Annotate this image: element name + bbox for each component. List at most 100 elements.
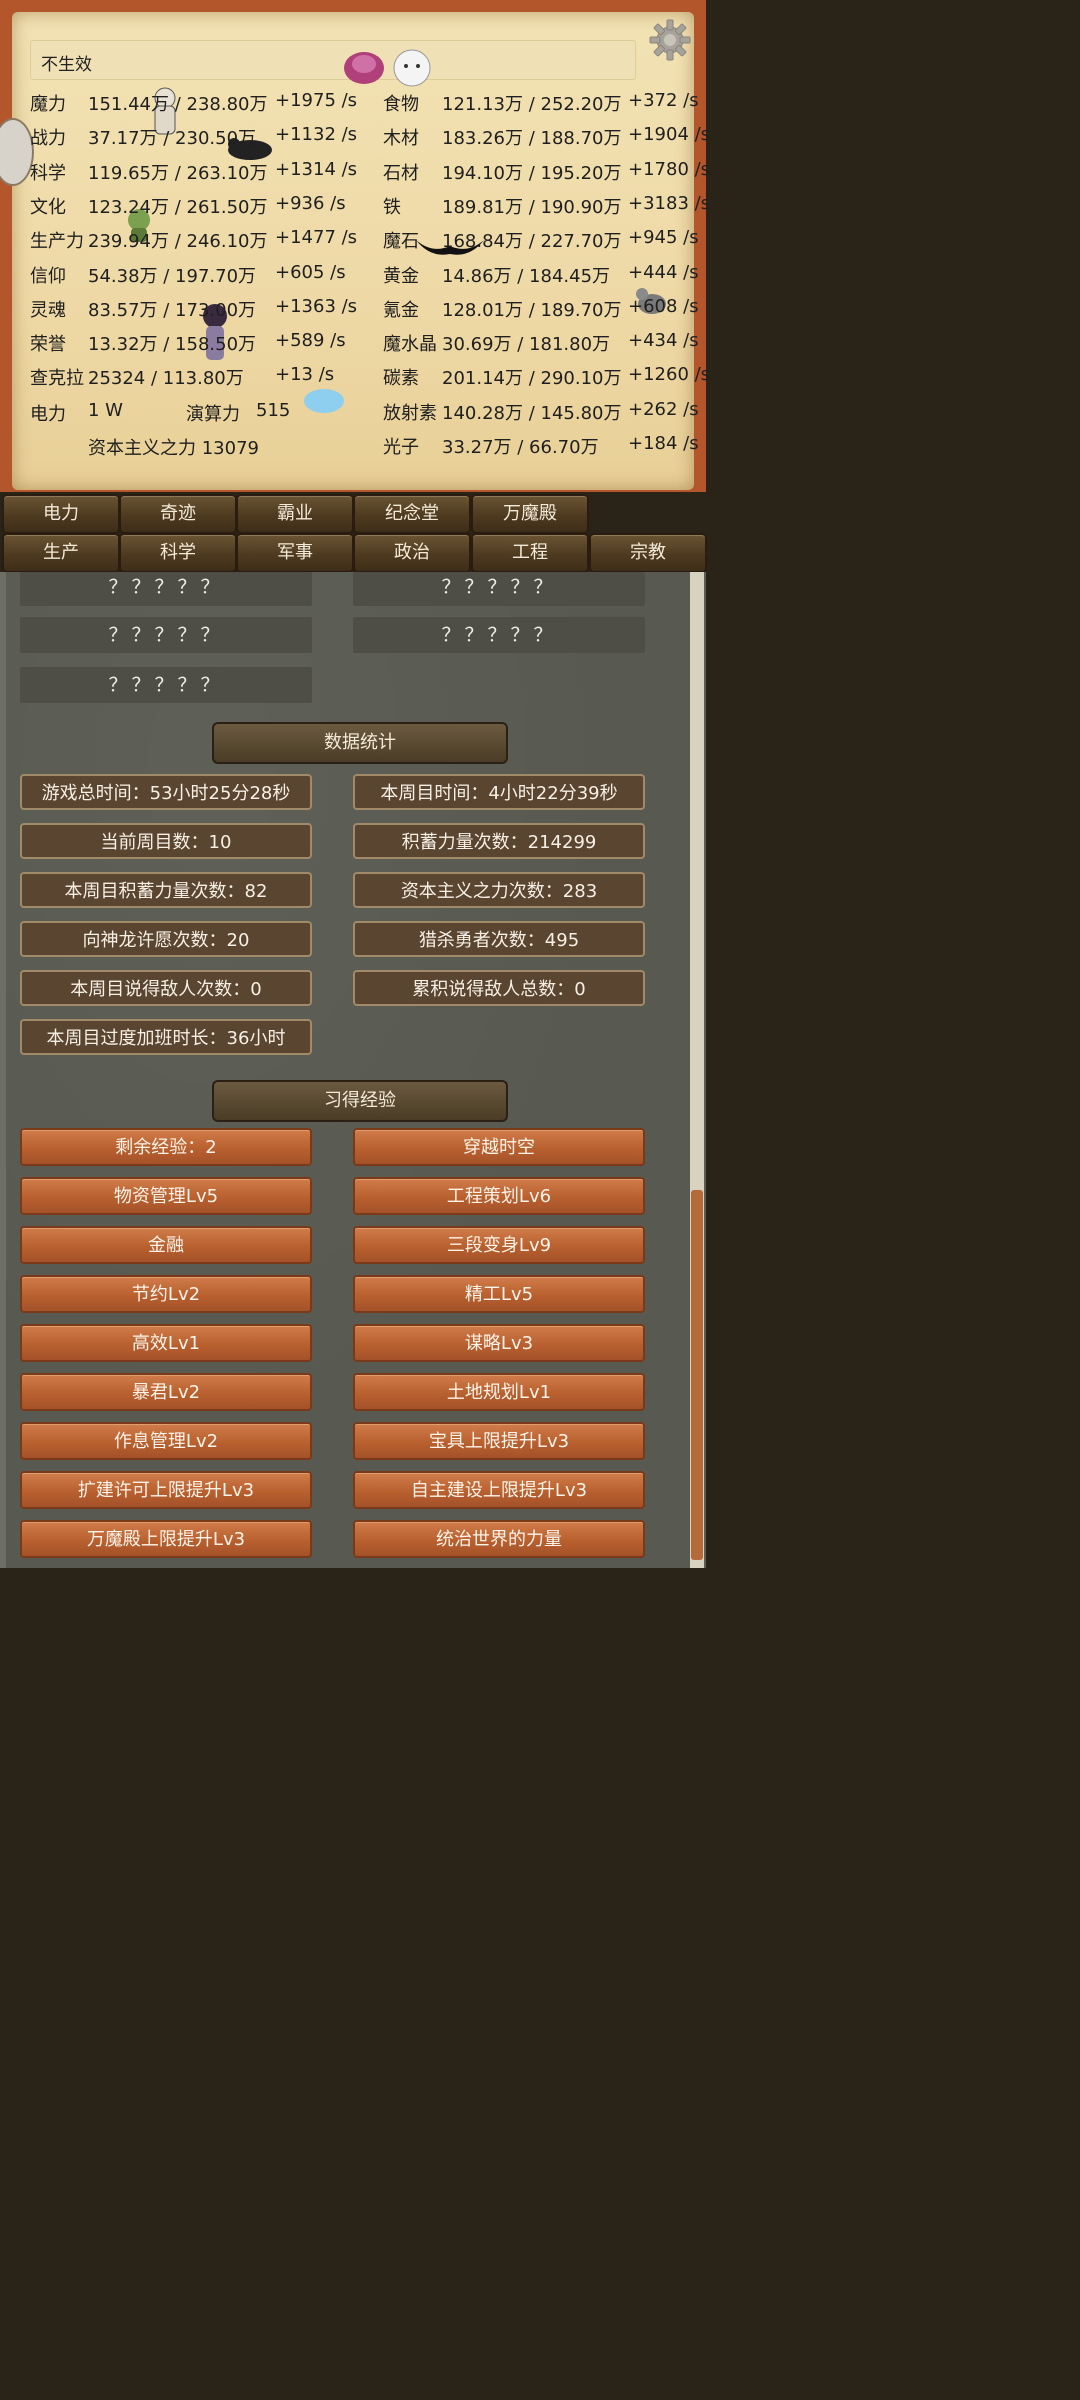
skill-button[interactable]: 自主建设上限提升Lv3 <box>353 1471 645 1509</box>
resource-left-rate: +1132 /s <box>275 124 358 145</box>
locked-item[interactable]: ？？？？？ <box>353 617 645 653</box>
resource-right-value: 201.14万 / 290.10万 <box>442 368 622 389</box>
resource-left-value: 25324 / 113.80万 <box>88 368 244 389</box>
resource-right-value: 183.26万 / 188.70万 <box>442 128 622 149</box>
stat-current-cycle: 当前周目数：10 <box>20 823 312 859</box>
resource-right-name: 黄金 <box>383 266 419 287</box>
power-value: 1 W <box>88 400 123 421</box>
resource-left-value: 123.24万 / 261.50万 <box>88 197 268 218</box>
scrollbar-thumb[interactable] <box>691 1190 703 1560</box>
skill-button[interactable]: 宝具上限提升Lv3 <box>353 1422 645 1460</box>
skill-button[interactable]: 土地规划Lv1 <box>353 1373 645 1411</box>
tab-hegemony[interactable]: 霸业 <box>236 494 354 534</box>
resource-left-name: 荣誉 <box>30 334 66 355</box>
resource-right-name: 放射素 <box>383 403 437 424</box>
resource-left-value: 54.38万 / 197.70万 <box>88 266 257 287</box>
resource-left-value: 37.17万 / 230.50万 <box>88 128 257 149</box>
resource-right-name: 魔水晶 <box>383 334 437 355</box>
tab-religion[interactable]: 宗教 <box>589 533 707 573</box>
locked-item[interactable]: ？？？？？ <box>20 572 312 606</box>
resource-right-rate: +3183 /s <box>628 193 711 214</box>
skill-button[interactable]: 暴君Lv2 <box>20 1373 312 1411</box>
stat-cycle-persuade: 本周目说得敌人次数：0 <box>20 970 312 1006</box>
tab-science[interactable]: 科学 <box>119 533 237 573</box>
tab-military[interactable]: 军事 <box>236 533 354 573</box>
resource-right-name: 魔石 <box>383 231 419 252</box>
compute-value: 515 <box>256 400 291 421</box>
resource-left-value: 239.94万 / 246.10万 <box>88 231 268 252</box>
tab-wonder[interactable]: 奇迹 <box>119 494 237 534</box>
skill-button[interactable]: 作息管理Lv2 <box>20 1422 312 1460</box>
skill-button[interactable]: 金融 <box>20 1226 312 1264</box>
locked-item[interactable]: ？？？？？ <box>20 617 312 653</box>
skill-button[interactable]: 物资管理Lv5 <box>20 1177 312 1215</box>
resource-right-rate: +262 /s <box>628 399 699 420</box>
resource-right-value: 140.28万 / 145.80万 <box>442 403 622 424</box>
resource-right-rate: +434 /s <box>628 330 699 351</box>
tab-engineering[interactable]: 工程 <box>471 533 589 573</box>
skill-button[interactable]: 扩建许可上限提升Lv3 <box>20 1471 312 1509</box>
slime-sprite <box>304 389 344 413</box>
resource-left-name: 查克拉 <box>30 368 84 389</box>
resource-right-rate: +608 /s <box>628 296 699 317</box>
resource-left-name: 魔力 <box>30 94 66 115</box>
resource-right-value: 14.86万 / 184.45万 <box>442 266 611 287</box>
resource-right-rate: +1260 /s <box>628 364 711 385</box>
resource-right-value: 194.10万 / 195.20万 <box>442 163 622 184</box>
resource-right-name: 氪金 <box>383 300 419 321</box>
resource-left-value: 13.32万 / 158.50万 <box>88 334 257 355</box>
status-text: 不生效 <box>41 55 92 75</box>
skill-button[interactable]: 精工Lv5 <box>353 1275 645 1313</box>
remaining-xp[interactable]: 剩余经验：2 <box>20 1128 312 1166</box>
resource-left-name: 生产力 <box>30 231 84 252</box>
resource-left-rate: +1975 /s <box>275 90 358 111</box>
resource-left-rate: +13 /s <box>275 364 335 385</box>
resource-right-rate: +444 /s <box>628 262 699 283</box>
content-scroll-area[interactable]: ？？？？？ ？？？？？ ？？？？？ ？？？？？ ？？？？？ 数据统计 游戏总时间… <box>0 572 706 1568</box>
skill-button[interactable]: 工程策划Lv6 <box>353 1177 645 1215</box>
skill-button[interactable]: 谋略Lv3 <box>353 1324 645 1362</box>
stat-cycle-accumulate: 本周目积蓄力量次数：82 <box>20 872 312 908</box>
resource-right-value: 30.69万 / 181.80万 <box>442 334 611 355</box>
locked-item[interactable]: ？？？？？ <box>353 572 645 606</box>
stat-total-persuade: 累积说得敌人总数：0 <box>353 970 645 1006</box>
skill-button[interactable]: 穿越时空 <box>353 1128 645 1166</box>
resource-panel-frame: 不生效 电力 1 W 演算力 515 资本主义之力 13079 魔力 151.4… <box>0 0 710 492</box>
compute-label: 演算力 <box>186 404 240 425</box>
tab-politics[interactable]: 政治 <box>353 533 471 573</box>
resource-left-name: 文化 <box>30 197 66 218</box>
content-panel: ？？？？？ ？？？？？ ？？？？？ ？？？？？ ？？？？？ 数据统计 游戏总时间… <box>0 572 696 1568</box>
xp-section-header: 习得经验 <box>212 1080 508 1122</box>
power-label: 电力 <box>30 404 66 425</box>
tab-production[interactable]: 生产 <box>2 533 120 573</box>
tab-memorial[interactable]: 纪念堂 <box>353 494 471 534</box>
resource-right-value: 168.84万 / 227.70万 <box>442 231 622 252</box>
resource-right-rate: +1904 /s <box>628 124 711 145</box>
resource-right-rate: +1780 /s <box>628 159 711 180</box>
skill-button[interactable]: 节约Lv2 <box>20 1275 312 1313</box>
resource-left-value: 151.44万 / 238.80万 <box>88 94 268 115</box>
skill-button[interactable]: 高效Lv1 <box>20 1324 312 1362</box>
skill-button[interactable]: 统治世界的力量 <box>353 1520 645 1558</box>
resource-right-rate: +372 /s <box>628 90 699 111</box>
skill-button[interactable]: 万魔殿上限提升Lv3 <box>20 1520 312 1558</box>
resource-right-name: 光子 <box>383 437 419 458</box>
stat-accumulate-count: 积蓄力量次数：214299 <box>353 823 645 859</box>
stat-dragon-wish: 向神龙许愿次数：20 <box>20 921 312 957</box>
tab-power[interactable]: 电力 <box>2 494 120 534</box>
resource-left-name: 科学 <box>30 163 66 184</box>
stat-overtime: 本周目过度加班时长：36小时 <box>20 1019 312 1055</box>
resource-left-rate: +589 /s <box>275 330 346 351</box>
resource-left-name: 信仰 <box>30 266 66 287</box>
skill-button[interactable]: 三段变身Lv9 <box>353 1226 645 1264</box>
resource-right-name: 石材 <box>383 163 419 184</box>
capitalism-power: 资本主义之力 13079 <box>88 438 259 459</box>
resource-right-value: 33.27万 / 66.70万 <box>442 437 599 458</box>
stat-cycle-time: 本周目时间：4小时22分39秒 <box>353 774 645 810</box>
gear-icon[interactable] <box>648 18 692 62</box>
resource-right-rate: +945 /s <box>628 227 699 248</box>
locked-item[interactable]: ？？？？？ <box>20 667 312 703</box>
creature-sprite <box>344 49 431 87</box>
resource-right-name: 木材 <box>383 128 419 149</box>
tab-pandemonium[interactable]: 万魔殿 <box>471 494 589 534</box>
